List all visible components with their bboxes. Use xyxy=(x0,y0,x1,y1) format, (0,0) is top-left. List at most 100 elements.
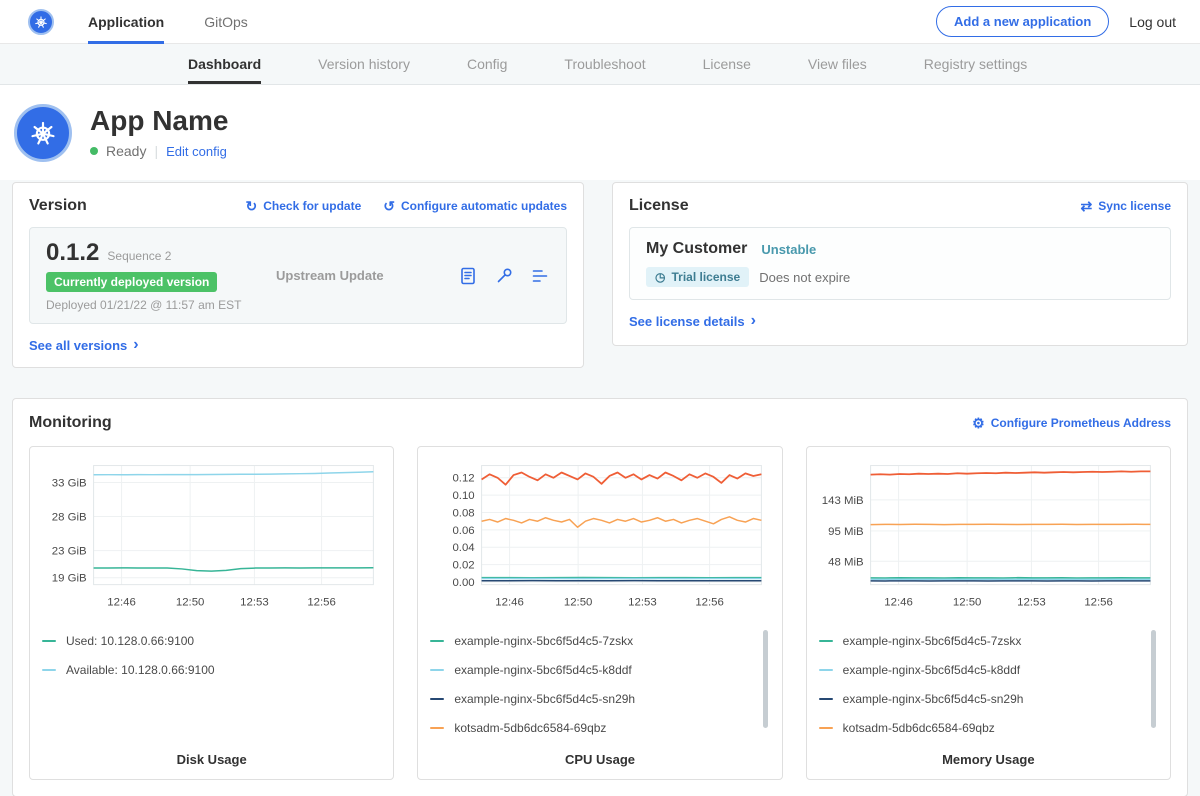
see-license-details-link[interactable]: See license details › xyxy=(629,313,1171,329)
release-notes-icon[interactable] xyxy=(458,266,478,286)
license-details-box: My Customer Unstable ◷ Trial license Doe… xyxy=(629,227,1171,300)
auto-update-icon: ↺ xyxy=(383,199,395,213)
svg-text:12:56: 12:56 xyxy=(1084,596,1113,608)
legend-color-dash xyxy=(819,698,833,700)
disk-usage-legend: Used: 10.128.0.66:9100 Available: 10.128.… xyxy=(42,626,381,744)
svg-text:12:50: 12:50 xyxy=(176,596,205,608)
monitoring-title: Monitoring xyxy=(29,414,112,432)
svg-text:0.04: 0.04 xyxy=(453,542,476,554)
disk-usage-chart: 33 GiB28 GiB23 GiB19 GiB12:4612:5012:531… xyxy=(42,459,381,618)
tab-config[interactable]: Config xyxy=(467,44,507,84)
memory-usage-chart: 143 MiB95 MiB48 MiB12:4612:5012:5312:56 xyxy=(819,459,1158,618)
divider: | xyxy=(154,143,158,159)
chart-plot: 143 MiB95 MiB48 MiB12:4612:5012:5312:56 xyxy=(819,459,1158,613)
legend-item: kotsadm-5db6dc6584-69qbz xyxy=(819,713,1144,742)
legend-color-dash xyxy=(430,698,444,700)
deploy-logs-icon[interactable] xyxy=(530,266,550,286)
legend-item: example-nginx-5bc6f5d4c5-sn29h xyxy=(819,684,1144,713)
configure-prometheus-label: Configure Prometheus Address xyxy=(991,416,1171,430)
monitoring-card: Monitoring ⚙ Configure Prometheus Addres… xyxy=(12,398,1188,796)
svg-text:12:53: 12:53 xyxy=(628,596,657,608)
trial-license-label: Trial license xyxy=(671,270,740,284)
cpu-usage-chart: 0.120.100.080.060.040.020.0012:4612:5012… xyxy=(430,459,769,618)
app-header: App Name Ready | Edit config xyxy=(0,85,1200,180)
svg-text:12:56: 12:56 xyxy=(307,596,336,608)
svg-text:143 MiB: 143 MiB xyxy=(821,495,863,507)
version-number: 0.1.2 xyxy=(46,239,99,267)
trial-license-badge: ◷ Trial license xyxy=(646,267,749,287)
tab-troubleshoot[interactable]: Troubleshoot xyxy=(564,44,645,84)
configure-automatic-updates-label: Configure automatic updates xyxy=(401,199,567,213)
svg-text:12:50: 12:50 xyxy=(564,596,593,608)
cpu-usage-legend: example-nginx-5bc6f5d4c5-7zskx example-ng… xyxy=(430,626,769,744)
configure-automatic-updates-link[interactable]: ↺ Configure automatic updates xyxy=(383,199,567,213)
add-new-application-button[interactable]: Add a new application xyxy=(936,6,1109,37)
see-all-versions-link[interactable]: See all versions › xyxy=(29,337,567,353)
top-nav: Application GitOps Add a new application… xyxy=(0,0,1200,44)
logout-button[interactable]: Log out xyxy=(1129,14,1176,30)
svg-text:12:46: 12:46 xyxy=(496,596,525,608)
edit-config-icon[interactable] xyxy=(494,266,514,286)
memory-usage-panel: 143 MiB95 MiB48 MiB12:4612:5012:5312:56 … xyxy=(806,446,1171,780)
gear-icon: ⚙ xyxy=(972,416,985,430)
svg-text:0.12: 0.12 xyxy=(453,473,475,485)
svg-text:0.00: 0.00 xyxy=(453,577,475,589)
edit-config-link[interactable]: Edit config xyxy=(166,144,227,159)
tab-version-history[interactable]: Version history xyxy=(318,44,410,84)
legend-item: Available: 10.128.0.66:9100 xyxy=(42,655,367,684)
cpu-usage-panel: 0.120.100.080.060.040.020.0012:4612:5012… xyxy=(417,446,782,780)
svg-text:12:56: 12:56 xyxy=(696,596,725,608)
legend-scrollbar[interactable] xyxy=(763,630,768,728)
svg-text:0.06: 0.06 xyxy=(453,525,475,537)
tab-view-files[interactable]: View files xyxy=(808,44,867,84)
legend-item: example-nginx-5bc6f5d4c5-k8ddf xyxy=(430,655,755,684)
helm-wheel-icon xyxy=(25,115,61,151)
see-license-details-label: See license details xyxy=(629,314,745,329)
deployed-timestamp: Deployed 01/21/22 @ 11:57 am EST xyxy=(46,298,246,312)
status-text: Ready xyxy=(106,143,146,159)
legend-scrollbar[interactable] xyxy=(1151,630,1156,728)
legend-color-dash xyxy=(819,640,833,642)
chevron-right-icon: › xyxy=(751,313,756,329)
memory-usage-legend: example-nginx-5bc6f5d4c5-7zskxexample-ng… xyxy=(819,626,1158,744)
channel-label: Unstable xyxy=(761,242,816,257)
tab-application[interactable]: Application xyxy=(88,0,164,44)
dashboard-content: Version ↻ Check for update ↺ Configure a… xyxy=(0,180,1200,796)
svg-text:95 MiB: 95 MiB xyxy=(828,526,864,538)
legend-color-dash xyxy=(42,669,56,671)
check-for-update-link[interactable]: ↻ Check for update xyxy=(246,199,362,213)
see-all-versions-label: See all versions xyxy=(29,338,127,353)
chart-plot: 33 GiB28 GiB23 GiB19 GiB12:4612:5012:531… xyxy=(42,459,381,613)
sync-license-link[interactable]: ⇄ Sync license xyxy=(1081,199,1171,213)
legend-item: example-nginx-5bc6f5d4c5-k8ddf xyxy=(819,655,1144,684)
kots-admin-console: Application GitOps Add a new application… xyxy=(0,0,1200,796)
chevron-right-icon: › xyxy=(133,337,138,353)
svg-text:0.08: 0.08 xyxy=(453,507,475,519)
legend-label: Used: 10.128.0.66:9100 xyxy=(66,634,194,648)
upstream-update-label: Upstream Update xyxy=(246,268,458,283)
version-sequence: Sequence 2 xyxy=(107,249,171,263)
svg-text:12:46: 12:46 xyxy=(884,596,913,608)
tab-registry-settings[interactable]: Registry settings xyxy=(924,44,1027,84)
svg-text:12:53: 12:53 xyxy=(240,596,269,608)
legend-color-dash xyxy=(819,669,833,671)
app-logo xyxy=(14,104,72,162)
configure-prometheus-link[interactable]: ⚙ Configure Prometheus Address xyxy=(972,416,1171,430)
tab-license[interactable]: License xyxy=(703,44,751,84)
disk-usage-panel: 33 GiB28 GiB23 GiB19 GiB12:4612:5012:531… xyxy=(29,446,394,780)
legend-item: Used: 10.128.0.66:9100 xyxy=(42,626,367,655)
svg-text:0.02: 0.02 xyxy=(453,560,475,572)
current-version-box: 0.1.2 Sequence 2 Currently deployed vers… xyxy=(29,227,567,324)
svg-text:12:53: 12:53 xyxy=(1017,596,1046,608)
tab-gitops[interactable]: GitOps xyxy=(204,0,248,44)
legend-color-dash xyxy=(430,727,444,729)
license-card-title: License xyxy=(629,197,689,215)
tab-dashboard[interactable]: Dashboard xyxy=(188,44,261,84)
legend-item: kotsadm-5db6dc6584-69qbz xyxy=(430,713,755,742)
chart-title: Memory Usage xyxy=(819,744,1158,767)
legend-color-dash xyxy=(430,669,444,671)
legend-color-dash xyxy=(819,727,833,729)
license-card: License ⇄ Sync license My Customer Unsta… xyxy=(612,182,1188,346)
svg-text:23 GiB: 23 GiB xyxy=(52,546,87,558)
legend-label: example-nginx-5bc6f5d4c5-7zskx xyxy=(454,634,633,648)
